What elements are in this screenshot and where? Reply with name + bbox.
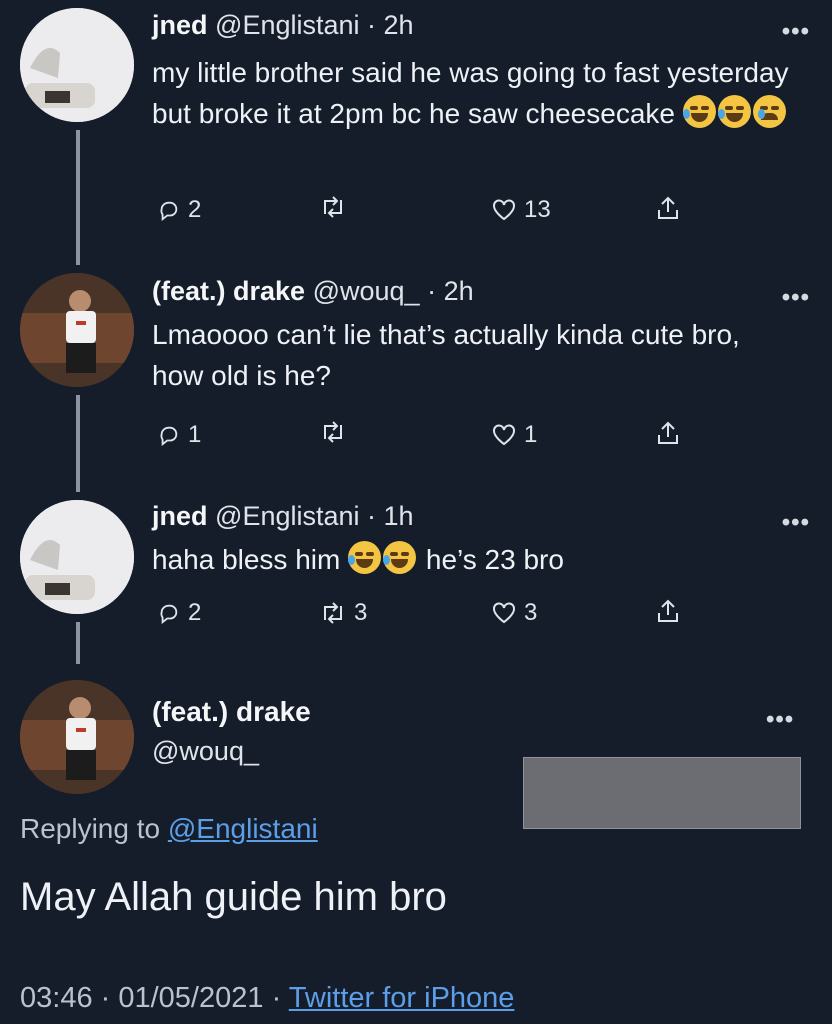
more-dots-icon[interactable]: ••• <box>782 18 810 46</box>
avatar-jned[interactable] <box>20 8 134 122</box>
share-icon <box>658 599 678 622</box>
replying-to-mention[interactable]: @Englistani <box>168 813 318 844</box>
retweet-count: 3 <box>354 599 368 626</box>
retweet-button[interactable] <box>320 196 354 218</box>
like-button[interactable]: 1 <box>492 421 537 449</box>
share-button[interactable] <box>657 196 679 220</box>
author-handle[interactable]: @Englistani <box>215 501 359 531</box>
reply-icon <box>160 426 178 446</box>
like-count: 1 <box>524 421 538 448</box>
tears-of-joy-emoji-icon <box>717 95 751 128</box>
crying-face-emoji-icon <box>752 95 786 128</box>
reply-button[interactable]: 2 <box>158 196 201 224</box>
avatar-jned[interactable] <box>20 500 134 614</box>
avatar-drake[interactable] <box>20 273 134 387</box>
tweet-text-start: haha bless him <box>152 544 341 575</box>
retweet-button[interactable] <box>320 421 354 443</box>
more-dots-icon[interactable]: ••• <box>766 706 832 734</box>
heart-icon <box>493 424 515 446</box>
tweet-actions: 2 13 <box>152 196 702 226</box>
reply-tweet-3[interactable]: jned @Englistani · 1h ••• haha bless him… <box>152 499 810 580</box>
reply-tweet-1[interactable]: jned @Englistani · 2h ••• my little brot… <box>152 8 810 134</box>
tweet-meta: 03:46 · 01/05/2021 · Twitter for iPhone <box>20 982 515 1014</box>
reply-icon <box>160 604 178 624</box>
like-button[interactable]: 13 <box>492 196 551 224</box>
tweet-time: · 1h <box>367 501 414 531</box>
tweet-date: 01/05/2021 <box>118 982 264 1014</box>
like-count: 3 <box>524 599 538 626</box>
tweet-source-link[interactable]: Twitter for iPhone <box>289 982 515 1014</box>
tweet-thread: jned @Englistani · 2h ••• my little brot… <box>0 0 832 1024</box>
like-button[interactable]: 3 <box>492 599 537 627</box>
tweet-actions: 2 3 3 <box>152 599 702 629</box>
main-tweet-text: May Allah guide him bro <box>20 875 447 919</box>
replying-to-line: Replying to @Englistani <box>20 813 318 845</box>
thread-connector <box>76 622 80 664</box>
tears-of-joy-emoji-icon <box>348 541 382 574</box>
more-dots-icon[interactable]: ••• <box>782 509 810 537</box>
tweet-text: Lmaoooo can’t lie that’s actually kinda … <box>152 319 740 391</box>
avatar-drake[interactable] <box>20 680 134 794</box>
retweet-button[interactable]: 3 <box>320 599 367 627</box>
retweet-icon <box>324 196 342 218</box>
tweet-clock-time: 03:46 <box>20 982 93 1014</box>
thread-connector <box>76 395 80 492</box>
author-name[interactable]: (feat.) drake <box>152 276 305 306</box>
like-count: 13 <box>524 196 551 223</box>
author-name[interactable]: jned <box>152 501 208 531</box>
retweet-icon <box>324 602 342 624</box>
reply-count: 1 <box>188 421 202 448</box>
author-handle[interactable]: @Englistani <box>215 10 359 40</box>
tweet-text-end: he’s 23 bro <box>425 544 564 575</box>
share-button[interactable] <box>657 421 679 445</box>
share-button[interactable] <box>657 599 679 623</box>
author-name[interactable]: jned <box>152 10 208 40</box>
tweet-actions: 1 1 <box>152 421 702 451</box>
tears-of-joy-emoji-icon <box>383 541 417 574</box>
retweet-icon <box>324 421 342 443</box>
tears-of-joy-emoji-icon <box>682 95 716 128</box>
thread-connector <box>76 130 80 265</box>
reply-count: 2 <box>188 196 202 223</box>
redacted-follow-button[interactable] <box>523 757 801 829</box>
share-icon <box>658 196 678 219</box>
tweet-time: · 2h <box>427 276 474 306</box>
reply-button[interactable]: 2 <box>158 599 201 627</box>
author-handle[interactable]: @wouq_ <box>313 276 420 306</box>
reply-tweet-2[interactable]: (feat.) drake @wouq_ · 2h ••• Lmaoooo ca… <box>152 274 810 396</box>
tweet-time: · 2h <box>367 10 414 40</box>
share-icon <box>658 421 678 444</box>
reply-count: 2 <box>188 599 202 626</box>
reply-button[interactable]: 1 <box>158 421 201 449</box>
reply-icon <box>160 201 178 221</box>
main-author-handle[interactable]: @wouq_ <box>152 736 259 767</box>
replying-to-label: Replying to <box>20 813 161 844</box>
heart-icon <box>493 199 515 221</box>
heart-icon <box>493 602 515 624</box>
main-author-name[interactable]: (feat.) drake <box>152 696 311 728</box>
more-dots-icon[interactable]: ••• <box>782 284 810 312</box>
